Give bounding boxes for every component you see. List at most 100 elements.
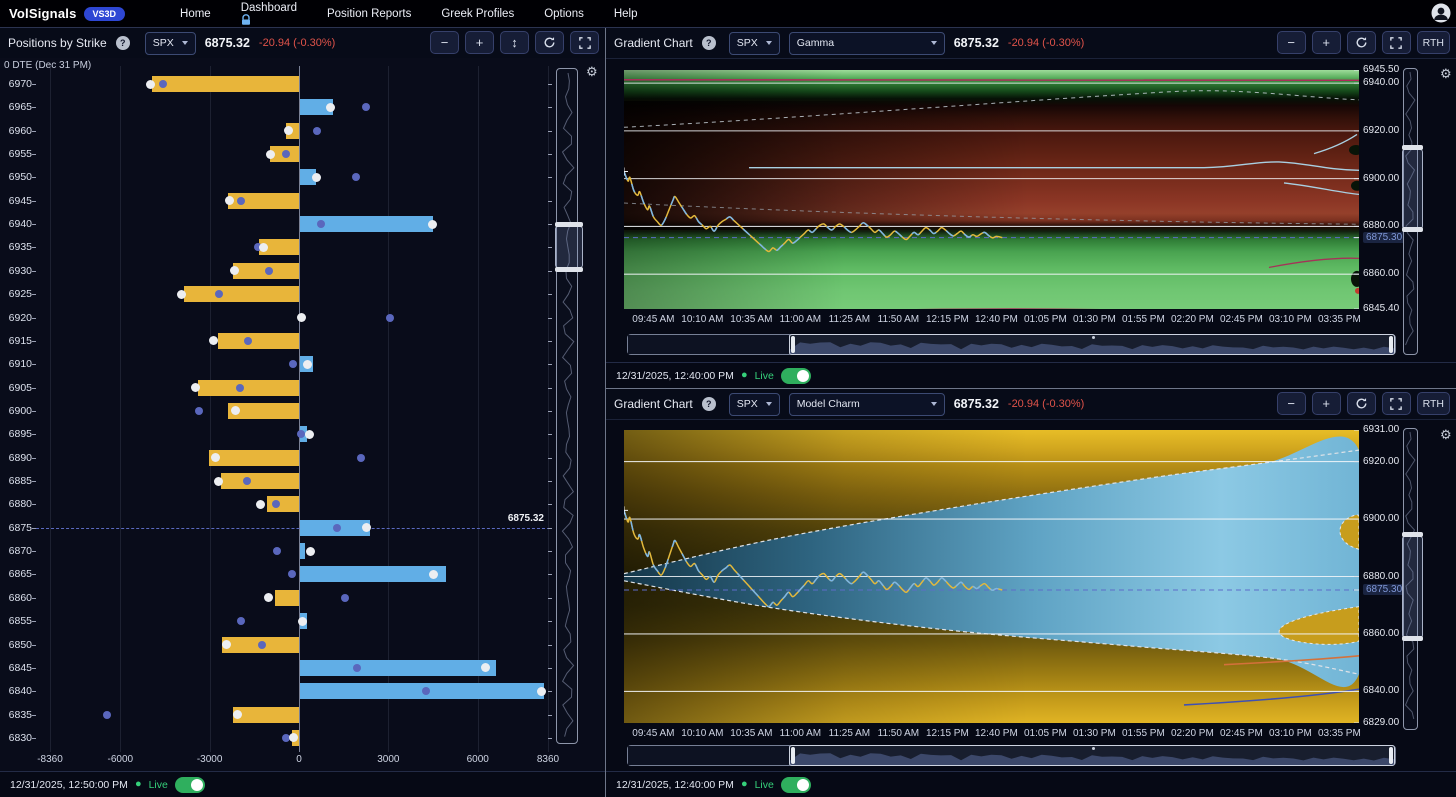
navigator-handle[interactable]: [1402, 536, 1423, 638]
model-dot: [289, 360, 297, 368]
strike-label: 6960: [6, 125, 32, 137]
axis-tick: [32, 201, 36, 202]
metric-select[interactable]: Gamma: [789, 32, 945, 55]
zoom-in-button[interactable]: +: [1312, 392, 1341, 415]
position-bar: [209, 450, 299, 466]
model-dot: [273, 547, 281, 555]
slider-grip-right[interactable]: [1389, 336, 1393, 353]
metric-select-value: Model Charm: [797, 398, 860, 410]
slider-grip-right[interactable]: [1389, 747, 1393, 764]
y-axis-label: 6860.00: [1363, 268, 1399, 279]
live-toggle[interactable]: [175, 777, 205, 793]
axis-tick: [548, 247, 552, 248]
axis-tick: [548, 318, 552, 319]
live-dot: ●: [741, 779, 748, 790]
refresh-button[interactable]: [535, 31, 564, 54]
axis-tick: [548, 131, 552, 132]
live-toggle[interactable]: [781, 368, 811, 384]
zoom-out-button[interactable]: −: [1277, 392, 1306, 415]
refresh-button[interactable]: [1347, 31, 1376, 54]
zoom-in-button[interactable]: +: [465, 31, 494, 54]
navigator-cap[interactable]: [555, 222, 583, 227]
edge-blob: [1351, 271, 1359, 287]
slider-grip-left[interactable]: [791, 336, 795, 353]
slider-grip-left[interactable]: [791, 747, 795, 764]
live-label: Live: [755, 370, 774, 382]
refresh-button[interactable]: [1347, 392, 1376, 415]
navigator-cap[interactable]: [555, 267, 583, 272]
navigator-handle[interactable]: [1402, 149, 1423, 229]
axis-tick: [548, 458, 552, 459]
axis-tick: [32, 84, 36, 85]
grid-line: [210, 66, 211, 752]
help-icon[interactable]: ?: [116, 36, 130, 50]
charm-toolbar: −+ RTH: [1277, 392, 1450, 415]
spot-price: 6875.32: [954, 397, 999, 411]
price-change: -20.94 (-0.30%): [1008, 398, 1084, 410]
axis-tick: [32, 574, 36, 575]
navigator-cap[interactable]: [1402, 227, 1423, 232]
strike-navigator[interactable]: [556, 68, 578, 744]
x-axis-label: 01:55 PM: [1122, 314, 1165, 325]
user-avatar-icon[interactable]: [1431, 3, 1451, 23]
strike-label: 6915: [6, 335, 32, 347]
metric-select[interactable]: Model Charm: [789, 393, 945, 416]
top-navbar: VolSignals VS3D HomeDashboardPosition Re…: [0, 0, 1456, 28]
axis-tick: [548, 668, 552, 669]
strike-label: 6945: [6, 195, 32, 207]
contour-line: [1284, 183, 1359, 194]
live-toggle[interactable]: [781, 777, 811, 793]
strike-label: 6940: [6, 218, 32, 230]
axis-tick: [32, 341, 36, 342]
help-icon[interactable]: ?: [702, 36, 716, 50]
reference-dot: [214, 477, 223, 486]
zoom-out-button[interactable]: −: [1277, 31, 1306, 54]
nav-item-help[interactable]: Help: [614, 8, 638, 20]
symbol-select-value: SPX: [737, 398, 758, 410]
nav-item-greek-profiles[interactable]: Greek Profiles: [441, 8, 514, 20]
expand-vertical-button[interactable]: ↕: [500, 31, 529, 54]
navigator-cap[interactable]: [1402, 636, 1423, 641]
axis-tick: [548, 598, 552, 599]
symbol-select[interactable]: SPX: [145, 32, 196, 55]
strike-label: 6905: [6, 382, 32, 394]
strike-label: 6875: [6, 522, 32, 534]
fullscreen-button[interactable]: [1382, 31, 1411, 54]
symbol-select[interactable]: SPX: [729, 32, 780, 55]
nav-item-options[interactable]: Options: [544, 8, 584, 20]
axis-tick: [32, 528, 36, 529]
gamma-time-slider[interactable]: [627, 334, 1396, 355]
nav-item-position-reports[interactable]: Position Reports: [327, 8, 411, 20]
gear-icon[interactable]: ⚙: [586, 64, 598, 80]
dte-label: 0 DTE (Dec 31 PM): [4, 60, 91, 71]
symbol-select[interactable]: SPX: [729, 393, 780, 416]
strike-label: 6920: [6, 312, 32, 324]
metric-select-value: Gamma: [797, 37, 834, 49]
charm-vertical-navigator[interactable]: [1403, 428, 1418, 730]
strike-label: 6860: [6, 592, 32, 604]
rth-button[interactable]: RTH: [1417, 392, 1450, 415]
navigator-handle[interactable]: [555, 226, 583, 268]
gear-icon[interactable]: ⚙: [1440, 66, 1452, 82]
zoom-out-button[interactable]: −: [430, 31, 459, 54]
zoom-in-button[interactable]: +: [1312, 31, 1341, 54]
navigator-cap[interactable]: [1402, 532, 1423, 537]
fullscreen-button[interactable]: [1382, 392, 1411, 415]
strike-label: 6845: [6, 662, 32, 674]
slider-handle[interactable]: [789, 334, 1395, 355]
x-axis-label: 10:10 AM: [681, 728, 723, 739]
nav-item-dashboard[interactable]: Dashboard: [241, 2, 297, 26]
axis-tick: [548, 294, 552, 295]
rth-button[interactable]: RTH: [1417, 31, 1450, 54]
slider-handle[interactable]: [789, 745, 1395, 766]
fullscreen-button[interactable]: [570, 31, 599, 54]
nav-item-label: Home: [180, 8, 211, 20]
help-icon[interactable]: ?: [702, 397, 716, 411]
x-axis-label: 10:35 AM: [730, 728, 772, 739]
axis-tick: [548, 84, 552, 85]
charm-time-slider[interactable]: [627, 745, 1396, 766]
navigator-cap[interactable]: [1402, 145, 1423, 150]
nav-item-home[interactable]: Home: [180, 8, 211, 20]
gamma-vertical-navigator[interactable]: [1403, 68, 1418, 355]
gear-icon[interactable]: ⚙: [1440, 427, 1452, 443]
